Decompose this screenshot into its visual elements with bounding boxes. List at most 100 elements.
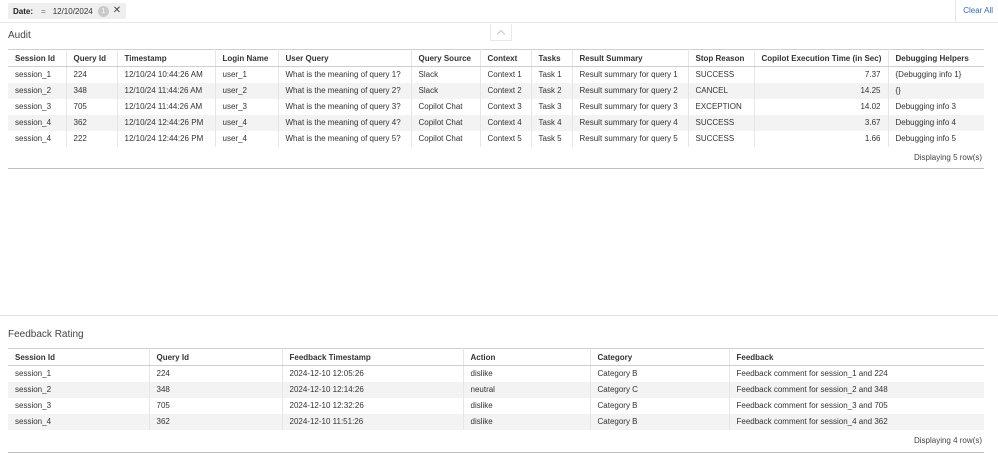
column-header[interactable]: Session Id bbox=[8, 49, 67, 67]
table-cell: 348 bbox=[66, 82, 118, 99]
table-cell: Category B bbox=[590, 365, 730, 382]
table-cell: 7.37 bbox=[754, 66, 889, 83]
table-cell: Result summary for query 3 bbox=[572, 98, 689, 115]
filter-operator: = bbox=[41, 6, 46, 16]
table-cell: SUCCESS bbox=[688, 130, 755, 147]
column-header[interactable]: Tasks bbox=[531, 49, 573, 67]
table-cell: user_3 bbox=[215, 98, 279, 115]
table-row[interactable]: session_1 224 12/10/24 10:44:26 AM user_1 Wh… bbox=[8, 66, 984, 83]
table-cell: Feedback comment for session_2 and 348 bbox=[729, 381, 984, 398]
table-cell: user_4 bbox=[215, 114, 279, 131]
column-header[interactable]: Action bbox=[463, 348, 591, 366]
column-header[interactable]: Query Id bbox=[66, 49, 118, 67]
table-cell: session_4 bbox=[8, 114, 67, 131]
table-cell: dislike bbox=[463, 365, 591, 382]
table-cell: 705 bbox=[149, 397, 283, 414]
table-cell: Result summary for query 5 bbox=[572, 130, 689, 147]
table-cell: neutral bbox=[463, 381, 591, 398]
table-cell: user_2 bbox=[215, 82, 279, 99]
table-cell: Debugging info 5 bbox=[895, 134, 957, 143]
column-header[interactable]: Category bbox=[590, 348, 730, 366]
table-cell: 2024-12-10 12:32:26 bbox=[282, 397, 464, 414]
table-cell: Result summary for query 2 bbox=[572, 82, 689, 99]
table-cell: 362 bbox=[66, 114, 118, 131]
column-header[interactable]: Session Id bbox=[8, 348, 150, 366]
filter-count-badge: 1 bbox=[97, 5, 109, 17]
feedback-row-count: Displaying 4 row(s) bbox=[913, 436, 982, 445]
column-header[interactable]: Query Id bbox=[149, 348, 283, 366]
table-cell: Copilot Chat bbox=[411, 130, 481, 147]
audit-row-count: Displaying 5 row(s) bbox=[913, 153, 982, 162]
table-cell: Category B bbox=[590, 397, 730, 414]
table-cell: Slack bbox=[411, 66, 481, 83]
table-cell: Copilot Chat bbox=[411, 114, 481, 131]
table-cell: {} bbox=[888, 82, 984, 99]
table-cell: Result summary for query 1 bbox=[572, 66, 689, 83]
table-cell: {Debugging info 1} bbox=[895, 70, 962, 80]
table-cell: session_1 bbox=[8, 66, 67, 83]
table-cell: Debugging info 4 bbox=[888, 114, 984, 131]
column-header[interactable]: Query Source bbox=[411, 49, 481, 67]
table-cell: session_3 bbox=[8, 98, 67, 115]
table-cell: session_2 bbox=[8, 381, 150, 398]
table-row[interactable]: session_1 224 2024-12-10 12:05:26 dislike Ca… bbox=[8, 365, 984, 382]
column-header[interactable]: Login Name bbox=[215, 49, 279, 67]
table-cell: 12/10/24 10:44:26 AM bbox=[117, 66, 216, 83]
table-cell: Task 3 bbox=[531, 98, 573, 115]
table-row[interactable]: session_4 362 12/10/24 12:44:26 PM user_4 Wh… bbox=[8, 114, 984, 131]
table-cell: CANCEL bbox=[688, 82, 755, 99]
table-cell: session_4 bbox=[8, 413, 150, 430]
table-row[interactable]: session_3 705 2024-12-10 12:32:26 dislike Ca… bbox=[8, 397, 984, 414]
table-cell: Task 4 bbox=[531, 114, 573, 131]
audit-table: Session Id Query Id Timestamp Login Name Use… bbox=[8, 49, 984, 147]
collapse-toggle[interactable] bbox=[490, 24, 512, 41]
column-header[interactable]: Context bbox=[480, 49, 532, 67]
column-header[interactable]: Result Summary bbox=[572, 49, 689, 67]
table-cell: Feedback comment for session_3 and 705 bbox=[736, 401, 888, 410]
table-row[interactable]: session_4 222 12/10/24 12:44:26 PM user_4 Wh… bbox=[8, 130, 984, 147]
table-cell: 14.02 bbox=[754, 98, 889, 115]
table-cell: What is the meaning of query 1? bbox=[278, 66, 412, 83]
column-header[interactable]: Stop Reason bbox=[688, 49, 755, 67]
table-cell: Context 2 bbox=[480, 82, 532, 99]
filter-value: 12/10/2024 bbox=[52, 6, 93, 16]
close-icon[interactable]: ✕ bbox=[113, 6, 121, 16]
feedback-table: Session Id Query Id Feedback Timestamp Acti… bbox=[8, 348, 984, 430]
table-cell: 12/10/24 11:44:26 AM bbox=[117, 98, 216, 115]
column-header[interactable]: Copilot Execution Time (in Sec) bbox=[754, 49, 889, 67]
table-cell: EXCEPTION bbox=[688, 98, 755, 115]
table-cell: Context 1 bbox=[480, 66, 532, 83]
table-cell: 362 bbox=[149, 413, 283, 430]
date-filter-chip[interactable]: Date: = 12/10/2024 1 ✕ bbox=[8, 3, 127, 19]
table-cell: session_2 bbox=[8, 82, 67, 99]
table-cell: What is the meaning of query 4? bbox=[278, 114, 412, 131]
table-cell: Copilot Chat bbox=[411, 98, 481, 115]
audit-table-bottom-divider bbox=[8, 168, 984, 169]
table-row[interactable]: session_2 348 12/10/24 11:44:26 AM user_2 Wh… bbox=[8, 82, 984, 99]
column-header[interactable]: Timestamp bbox=[117, 49, 216, 67]
table-row[interactable]: session_4 362 2024-12-10 11:51:26 dislike Ca… bbox=[8, 413, 984, 430]
table-cell: 705 bbox=[66, 98, 118, 115]
table-cell: Slack bbox=[411, 82, 481, 99]
chevron-up-icon bbox=[496, 29, 506, 38]
table-row[interactable]: session_2 348 2024-12-10 12:14:26 neutral Ca… bbox=[8, 381, 984, 398]
filter-bar: Date: = 12/10/2024 1 ✕ Clear All bbox=[0, 0, 998, 23]
table-cell: Context 5 bbox=[480, 130, 532, 147]
table-cell: 348 bbox=[149, 381, 283, 398]
column-header[interactable]: Feedback bbox=[729, 348, 984, 366]
section-divider bbox=[0, 315, 998, 316]
table-cell: What is the meaning of query 2? bbox=[278, 82, 412, 99]
table-cell: 224 bbox=[66, 66, 118, 83]
column-header[interactable]: User Query bbox=[278, 49, 412, 67]
column-header[interactable]: Feedback Timestamp bbox=[282, 348, 464, 366]
clear-all-button[interactable]: Clear All bbox=[963, 6, 993, 15]
table-cell: session_1 bbox=[8, 365, 150, 382]
table-cell: Category B bbox=[590, 413, 730, 430]
table-cell: Debugging info 3 bbox=[895, 102, 957, 111]
table-cell: 1.66 bbox=[754, 130, 889, 147]
table-cell: 12/10/24 12:44:26 PM bbox=[117, 114, 216, 131]
column-header[interactable]: Debugging Helpers bbox=[888, 49, 984, 67]
table-cell: session_4 bbox=[8, 130, 67, 147]
table-row[interactable]: session_3 705 12/10/24 11:44:26 AM user_3 Wh… bbox=[8, 98, 984, 115]
table-cell: 3.67 bbox=[754, 114, 889, 131]
